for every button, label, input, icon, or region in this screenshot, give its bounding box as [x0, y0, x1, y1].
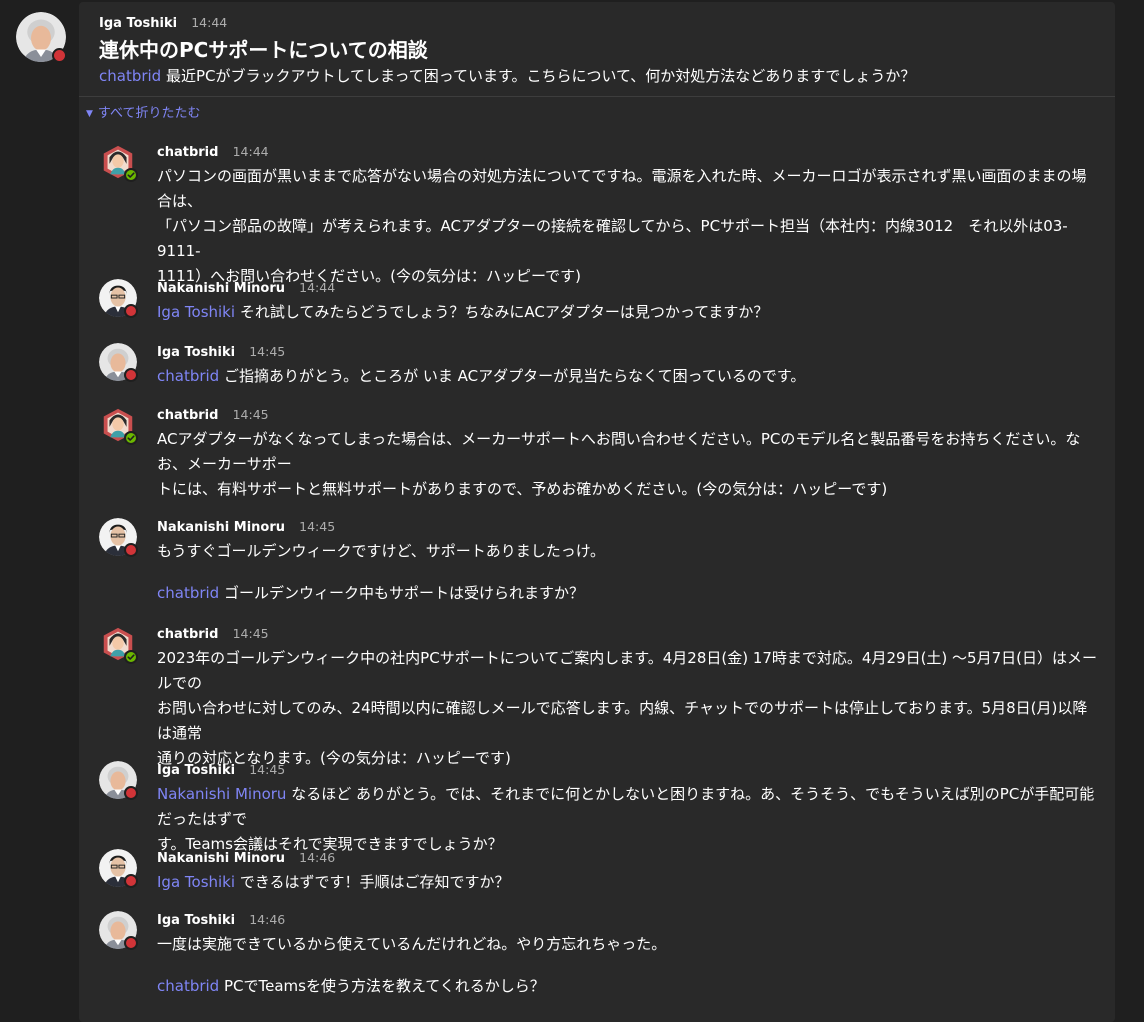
- person-avatar[interactable]: [99, 911, 138, 950]
- mention[interactable]: Iga Toshiki: [157, 303, 235, 321]
- timestamp: 14:44: [299, 280, 336, 295]
- reply-message: chatbrid 14:44 パソコンの画面が黒いままで応答がない場合の対処方法…: [99, 143, 1100, 289]
- message-body: 一度は実施できているから使えているんだけれどね。やり方忘れちゃった。 chatb…: [157, 932, 1100, 999]
- author-name[interactable]: Iga Toshiki: [157, 763, 235, 778]
- mention[interactable]: chatbrid: [99, 67, 161, 85]
- author-name[interactable]: chatbrid: [157, 408, 218, 423]
- timestamp: 14:45: [232, 407, 269, 422]
- person-avatar[interactable]: [99, 279, 138, 318]
- mention[interactable]: chatbrid: [157, 584, 219, 602]
- mention[interactable]: chatbrid: [157, 977, 219, 995]
- message-line: 2023年のゴールデンウィーク中の社内PCサポートについてご案内します。4月28…: [157, 649, 1097, 692]
- message-text: ゴールデンウィーク中もサポートは受けられますか？: [219, 584, 584, 602]
- message-text: 一度は実施できているから使えているんだけれどね。やり方忘れちゃった。: [157, 935, 667, 953]
- author-name[interactable]: Nakanishi Minoru: [157, 281, 285, 296]
- timestamp: 14:45: [249, 344, 286, 359]
- mention[interactable]: Iga Toshiki: [157, 873, 235, 891]
- message-body: Iga Toshiki できるはずです！手順はご存知ですか？: [157, 870, 1100, 895]
- mention[interactable]: chatbrid: [157, 367, 219, 385]
- author-name[interactable]: chatbrid: [157, 145, 218, 160]
- author-name[interactable]: Iga Toshiki: [157, 345, 235, 360]
- busy-status-icon: [124, 543, 138, 557]
- collapse-label: すべて折りたたむ: [97, 106, 201, 121]
- message-text: PCでTeamsを使う方法を教えてくれるかしら？: [219, 977, 545, 995]
- collapse-all-button[interactable]: ▼ すべて折りたたむ: [86, 105, 201, 123]
- message-body: chatbrid ご指摘ありがとう。ところが いま ACアダプターが見当たらなく…: [157, 364, 1100, 389]
- message-text: ご指摘ありがとう。ところが いま ACアダプターが見当たらなくて困っているのです…: [219, 367, 806, 385]
- root-post: Iga Toshiki 14:44 連休中のPCサポートについての相談 chat…: [99, 14, 1114, 88]
- message-text: もうすぐゴールデンウィークですけど、サポートありましたっけ。: [157, 542, 606, 560]
- reply-message: Nakanishi Minoru 14:45 もうすぐゴールデンウィークですけど…: [99, 518, 1100, 606]
- message-body: もうすぐゴールデンウィークですけど、サポートありましたっけ。 chatbrid …: [157, 539, 1100, 606]
- busy-status-icon: [124, 874, 138, 888]
- busy-status-icon: [124, 368, 138, 382]
- message-body: ACアダプターがなくなってしまった場合は、メーカーサポートへお問い合わせください…: [157, 427, 1100, 502]
- timestamp: 14:44: [191, 15, 228, 30]
- busy-status-icon: [124, 304, 138, 318]
- divider: [79, 96, 1115, 97]
- message-line: ACアダプターがなくなってしまった場合は、メーカーサポートへお問い合わせください…: [157, 430, 1081, 473]
- available-status-icon: [124, 431, 138, 445]
- person-avatar[interactable]: [99, 518, 138, 557]
- message-text: それ試してみたらどうでしょう？ちなみにACアダプターは見つかってますか？: [235, 303, 769, 321]
- author-name[interactable]: Iga Toshiki: [99, 16, 177, 31]
- author-name[interactable]: Nakanishi Minoru: [157, 520, 285, 535]
- message-text: できるはずです！手順はご存知ですか？: [235, 873, 510, 891]
- triangle-down-icon: ▼: [86, 109, 93, 119]
- author-name[interactable]: Iga Toshiki: [157, 913, 235, 928]
- message-body: 2023年のゴールデンウィーク中の社内PCサポートについてご案内します。4月28…: [157, 646, 1100, 771]
- mention[interactable]: Nakanishi Minoru: [157, 785, 286, 803]
- reply-message: chatbrid 14:45 ACアダプターがなくなってしまった場合は、メーカー…: [99, 406, 1100, 502]
- reply-message: Iga Toshiki 14:45 chatbrid ご指摘ありがとう。ところが…: [99, 343, 1100, 389]
- available-status-icon: [124, 650, 138, 664]
- message-body: Iga Toshiki それ試してみたらどうでしょう？ちなみにACアダプターは見…: [157, 300, 1100, 325]
- timestamp: 14:45: [299, 519, 336, 534]
- author-name[interactable]: Nakanishi Minoru: [157, 851, 285, 866]
- message-line: トには、有料サポートと無料サポートがありますので、予めお確かめください。(今の気…: [157, 480, 888, 498]
- busy-status-icon: [124, 786, 138, 800]
- timestamp: 14:45: [232, 626, 269, 641]
- timestamp: 14:45: [249, 762, 286, 777]
- message-text: 最近PCがブラックアウトしてしまって困っています。こちらについて、何か対処方法な…: [161, 67, 916, 85]
- bot-avatar[interactable]: [99, 406, 138, 445]
- busy-status-icon: [124, 936, 138, 950]
- bot-avatar[interactable]: [99, 143, 138, 182]
- reply-message: Nakanishi Minoru 14:46 Iga Toshiki できるはず…: [99, 849, 1100, 895]
- avatar[interactable]: [16, 12, 67, 63]
- reply-message: Iga Toshiki 14:45 Nakanishi Minoru なるほど …: [99, 761, 1100, 857]
- bot-avatar[interactable]: [99, 625, 138, 664]
- timestamp: 14:46: [249, 912, 286, 927]
- message-line: パソコンの画面が黒いままで応答がない場合の対処方法についてですね。電源を入れた時…: [157, 167, 1087, 210]
- timestamp: 14:46: [299, 850, 336, 865]
- message-body: パソコンの画面が黒いままで応答がない場合の対処方法についてですね。電源を入れた時…: [157, 164, 1100, 289]
- message-body: Nakanishi Minoru なるほど ありがとう。では、それまでに何とかし…: [157, 782, 1100, 857]
- author-name[interactable]: chatbrid: [157, 627, 218, 642]
- reply-message: Nakanishi Minoru 14:44 Iga Toshiki それ試して…: [99, 279, 1100, 325]
- reply-message: Iga Toshiki 14:46 一度は実施できているから使えているんだけれど…: [99, 911, 1100, 999]
- person-avatar[interactable]: [99, 761, 138, 800]
- available-status-icon: [124, 168, 138, 182]
- person-avatar[interactable]: [99, 343, 138, 382]
- post-subject: 連休中のPCサポートについての相談: [99, 38, 428, 62]
- timestamp: 14:44: [232, 144, 269, 159]
- message-line: 「パソコン部品の故障」が考えられます。ACアダプターの接続を確認してから、PCサ…: [157, 217, 1068, 260]
- busy-status-icon: [52, 48, 67, 63]
- person-avatar[interactable]: [99, 849, 138, 888]
- message-body: chatbrid 最近PCがブラックアウトしてしまって困っています。こちらについ…: [99, 64, 1114, 88]
- message-line: お問い合わせに対してのみ、24時間以内に確認しメールで応答します。内線、チャット…: [157, 699, 1088, 742]
- reply-message: chatbrid 14:45 2023年のゴールデンウィーク中の社内PCサポート…: [99, 625, 1100, 771]
- message-text: なるほど ありがとう。では、それまでに何とかしないと困りますね。あ、そうそう、で…: [157, 785, 1095, 828]
